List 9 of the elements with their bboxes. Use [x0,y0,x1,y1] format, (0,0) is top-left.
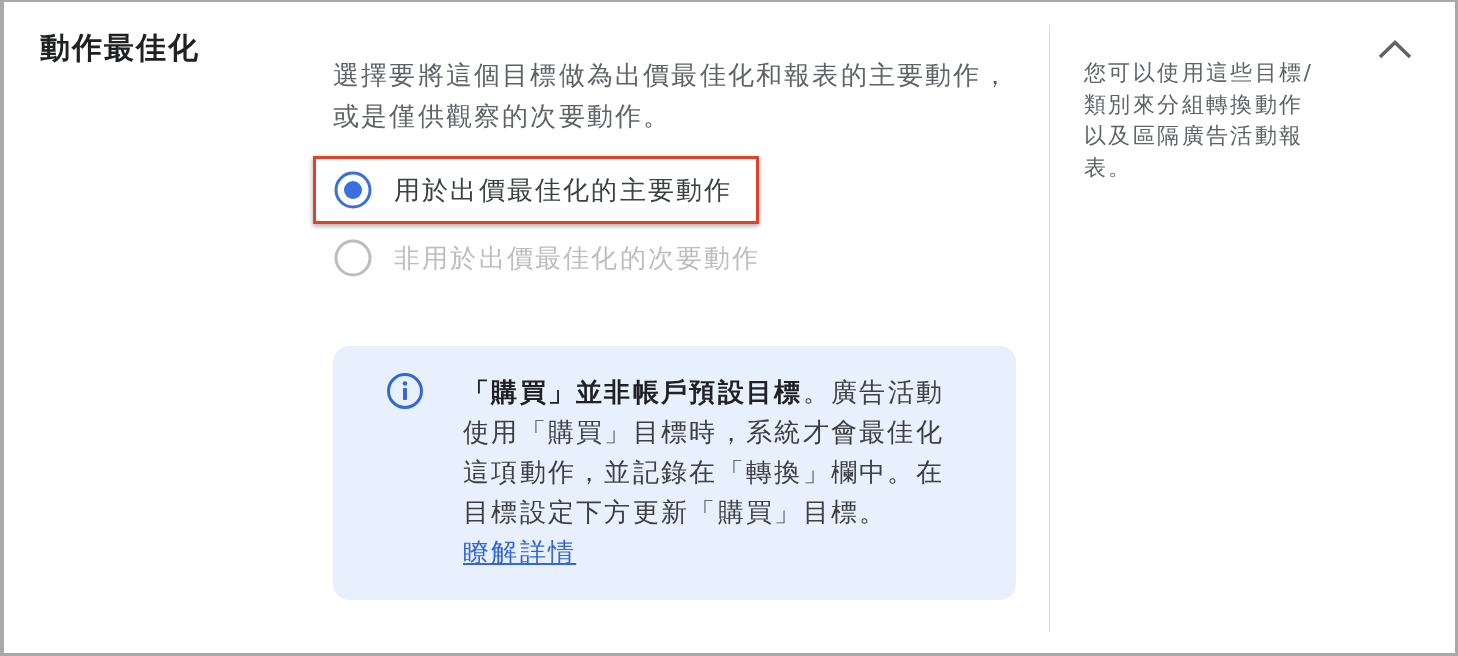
info-icon [386,372,424,410]
learn-more-link[interactable]: 瞭解詳情 [463,537,577,567]
option-label[interactable]: 用於出價最佳化的主要動作 [394,172,733,208]
chevron-up-icon[interactable] [1378,40,1412,59]
section-title: 動作最佳化 [40,29,200,67]
help-text: 您可以使用這些目標/類別來分組轉換動作以及區隔廣告活動報表。 [1084,59,1315,182]
description-text: 選擇要將這個目標做為出價最佳化和報表的主要動作，或是僅供觀察的次要動作。 [333,59,1011,133]
notice-text: 「購買」並非帳戶預設目標。廣告活動使用「購買」目標時，系統才會最佳化這項動作，並記錄在「轉換」欄中。在目標設定下方更新「購買」目標。 瞭解詳情 [463,376,946,569]
radio-button[interactable] [334,171,372,209]
